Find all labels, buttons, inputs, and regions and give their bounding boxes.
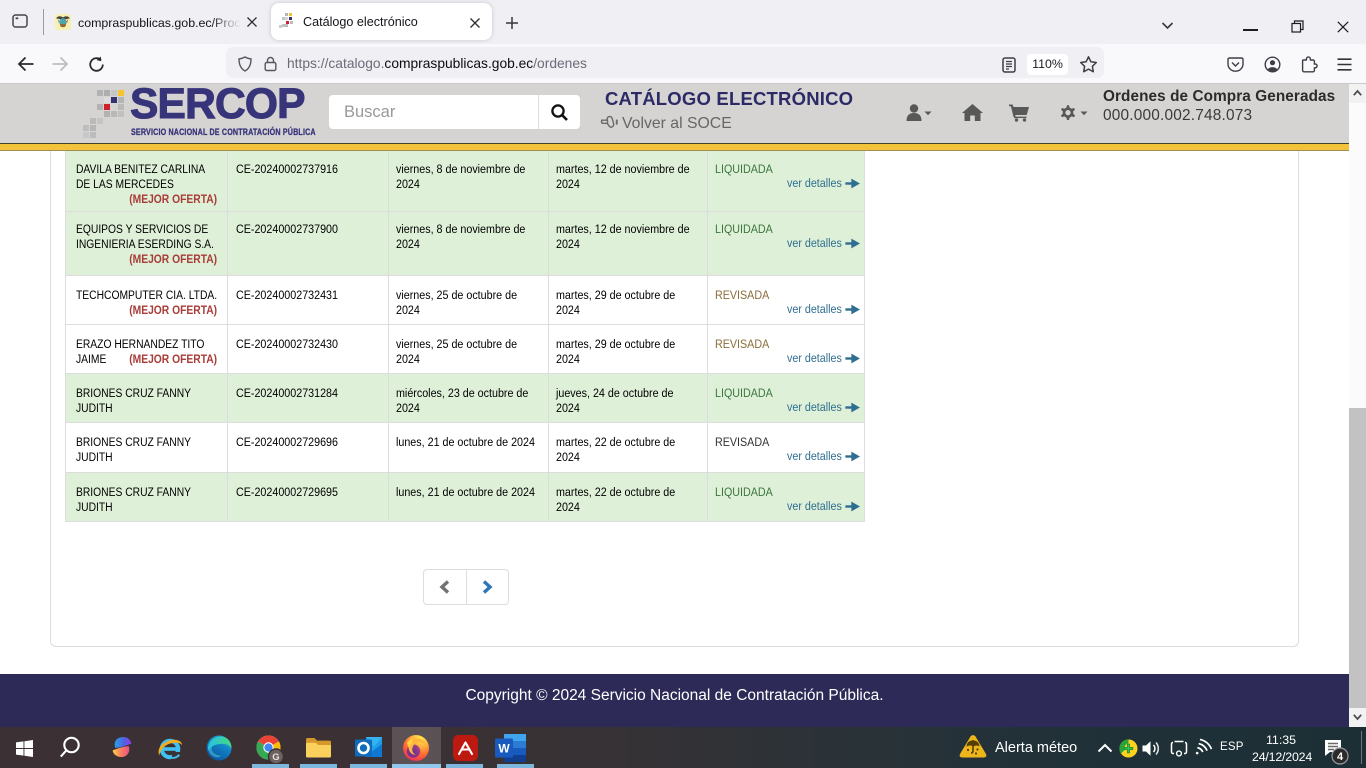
svg-text:W: W — [498, 742, 510, 756]
svg-text:G: G — [272, 752, 279, 763]
svg-text:4: 4 — [1337, 751, 1344, 763]
